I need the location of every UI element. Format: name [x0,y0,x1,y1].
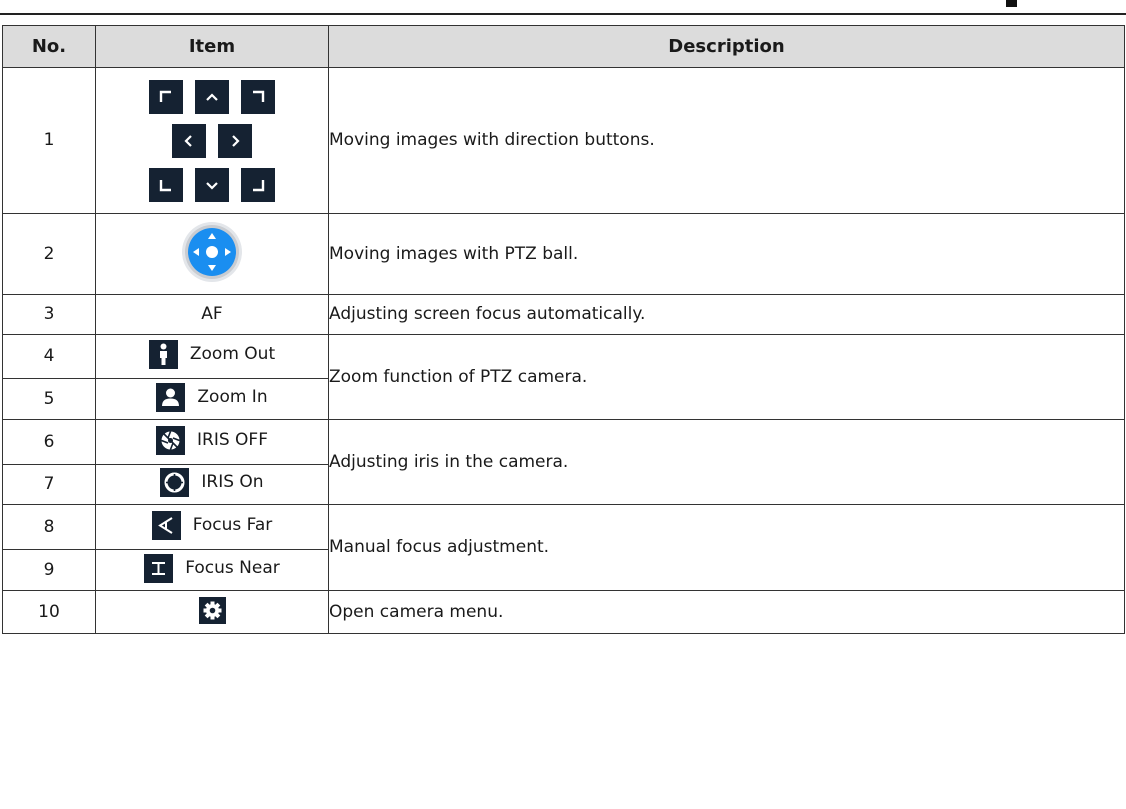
row-description: Zoom function of PTZ camera. [328,334,1125,420]
table-row: 8 Focus Far Manual focus adjustment. [2,504,1125,591]
zoom-out-label: Zoom Out [189,344,276,364]
row-item: IRIS OFF [95,419,329,465]
top-rule [0,13,1126,15]
row-item: IRIS On [95,464,329,505]
direction-pad [149,79,275,202]
row-item [95,67,329,214]
up-icon[interactable] [195,79,229,114]
row-description: Manual focus adjustment. [328,504,1125,591]
table-header-row: No. Item Description [2,25,1125,68]
focus-far-icon[interactable] [151,510,181,540]
row-number: 3 [2,294,96,335]
left-icon[interactable] [172,123,206,158]
row-item: Zoom Out [95,334,329,379]
up-right-icon[interactable] [241,79,275,114]
row-item: Zoom In [95,378,329,420]
row-description: Adjusting screen focus automatically. [328,294,1125,335]
cropped-glyph [1006,0,1017,7]
row-item [95,213,329,295]
right-icon[interactable] [218,123,252,158]
row-number: 10 [2,590,96,634]
row-description: Adjusting iris in the camera. [328,419,1125,505]
header-item: Item [95,25,329,68]
row-description: Moving images with PTZ ball. [328,213,1125,295]
table-row: 6 IRIS OFF Adjusting iris in the camera. [2,419,1125,505]
row-number: 6 [2,419,96,465]
person-bust-icon[interactable] [156,382,186,412]
row-item [95,590,329,634]
row-item: Focus Far [95,504,329,550]
ptz-ball-icon[interactable] [181,221,243,283]
up-left-icon[interactable] [149,79,183,114]
row-number: 5 [2,378,96,420]
header-no: No. [2,25,96,68]
table-row: 4 Zoom Out Zoom function of PTZ camera. [2,334,1125,420]
row-number: 8 [2,504,96,550]
table-row: 2 Moving images with PTZ ball. [2,213,1125,295]
down-icon[interactable] [195,167,229,202]
af-label: AF [95,294,329,335]
iris-off-label: IRIS OFF [197,429,268,450]
header-description: Description [328,25,1125,68]
zoom-in-label: Zoom In [197,386,268,407]
focus-near-icon[interactable] [144,553,174,583]
row-item: Focus Near [95,549,329,591]
aperture-closed-icon[interactable] [156,425,185,455]
row-number: 9 [2,549,96,591]
row-description: Open camera menu. [328,590,1125,634]
ptz-control-table: No. Item Description 1 Moving images wit… [2,25,1125,634]
row-number: 2 [2,213,96,295]
down-right-icon[interactable] [241,167,275,202]
row-number: 7 [2,464,96,505]
iris-on-label: IRIS On [201,472,264,492]
row-description: Moving images with direction buttons. [328,67,1125,214]
focus-far-label: Focus Far [192,514,273,535]
gear-icon[interactable] [198,596,226,624]
row-number: 4 [2,334,96,379]
row-number: 1 [2,67,96,214]
aperture-open-icon[interactable] [160,468,190,497]
down-left-icon[interactable] [149,167,183,202]
table-row: 10 Open camera menu. [2,590,1125,634]
table-row: 1 Moving images with direction buttons. [2,67,1125,214]
person-full-icon[interactable] [148,340,178,369]
table-row: 3 AF Adjusting screen focus automaticall… [2,294,1125,335]
focus-near-label: Focus Near [185,557,280,578]
